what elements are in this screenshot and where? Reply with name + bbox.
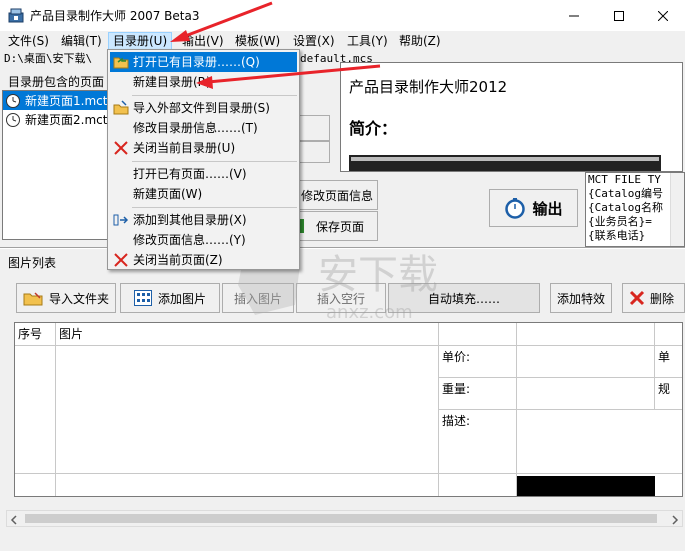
arrow-to-open-item-icon <box>196 64 381 89</box>
arrow-to-menu-icon <box>170 1 273 42</box>
annotation-arrows <box>170 1 381 89</box>
